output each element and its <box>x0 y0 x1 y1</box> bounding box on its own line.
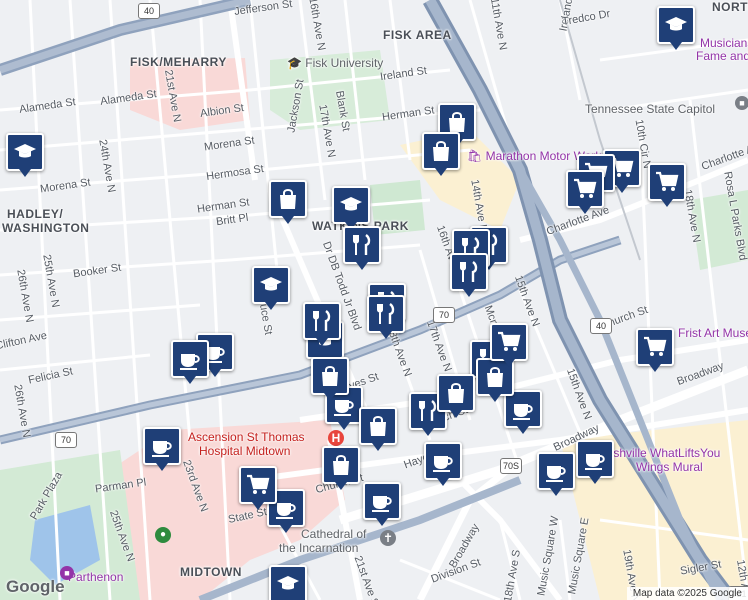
cafe-marker[interactable] <box>576 440 614 484</box>
cafe-marker[interactable] <box>171 340 209 384</box>
grocery-marker[interactable] <box>648 163 686 207</box>
fork-knife-icon <box>353 234 371 255</box>
cafe-marker[interactable] <box>537 452 575 496</box>
shopping-cart-icon <box>498 331 521 351</box>
route-70s-shield: 70S <box>500 458 522 474</box>
shopping-cart-icon <box>656 171 679 191</box>
shopping-marker[interactable] <box>311 357 349 401</box>
coffee-cup-icon <box>180 354 200 370</box>
park-pin-icon[interactable]: ● <box>155 527 171 543</box>
restaurant-marker[interactable] <box>343 226 381 270</box>
coffee-cup-icon <box>152 441 172 457</box>
poi-tennessee-state-capitol[interactable]: Tennessee State Capitol <box>585 102 715 116</box>
shopping-marker[interactable] <box>359 407 397 451</box>
poi-ascension-2[interactable]: Hospital Midtown <box>199 444 290 458</box>
shopping-bag-icon <box>280 189 296 209</box>
shopping-bag-icon <box>333 455 349 475</box>
poi-frist-museum[interactable]: Frist Art Museum <box>678 326 748 340</box>
landmark-pin-icon[interactable]: ■ <box>735 96 748 110</box>
poi-cathedral-2[interactable]: the Incarnation <box>279 541 358 555</box>
route-70-shield: 70 <box>433 307 455 323</box>
grocery-marker[interactable] <box>490 323 528 367</box>
restaurant-marker[interactable] <box>303 302 341 346</box>
shopping-bag-icon <box>322 366 338 386</box>
interstate-40-shield: 40 <box>138 3 160 19</box>
poi-parthenon[interactable]: Parthenon <box>68 570 123 584</box>
grocery-marker[interactable] <box>566 170 604 214</box>
cafe-marker[interactable] <box>143 427 181 471</box>
area-label-midtown: MIDTOWN <box>180 565 242 579</box>
school-marker[interactable] <box>252 266 290 310</box>
coffee-cup-icon <box>585 454 605 470</box>
restaurant-marker[interactable] <box>367 295 405 339</box>
area-label-washington: WASHINGTON <box>2 221 90 235</box>
shopping-cart-icon <box>247 474 270 494</box>
shopping-pin-icon: 🛍 <box>467 149 483 163</box>
shopping-marker[interactable] <box>322 446 360 490</box>
school-marker[interactable] <box>269 565 307 600</box>
school-marker[interactable] <box>657 6 695 50</box>
graduation-cap-icon <box>14 144 36 158</box>
coffee-cup-icon <box>546 466 566 482</box>
poi-musicians-hall-1[interactable]: Musicians Hall of <box>700 36 748 50</box>
coffee-cup-icon <box>372 496 392 512</box>
poi-whatlifts-2[interactable]: Wings Mural <box>636 460 703 474</box>
graduation-cap-icon <box>260 277 282 291</box>
hospital-pin-icon[interactable]: H <box>328 430 344 446</box>
cafe-marker[interactable] <box>424 442 462 486</box>
cafe-marker[interactable] <box>363 482 401 526</box>
shopping-bag-icon <box>487 367 503 387</box>
map-attribution[interactable]: Map data ©2025 Google <box>626 587 748 600</box>
poi-whatlifts-1[interactable]: Nashville WhatLiftsYou <box>598 446 720 460</box>
shopping-marker[interactable] <box>437 374 475 418</box>
grocery-marker[interactable] <box>636 328 674 372</box>
fork-knife-icon <box>377 303 395 324</box>
graduation-cap-icon <box>277 576 299 590</box>
poi-cathedral-1[interactable]: Cathedral of <box>301 527 366 541</box>
area-label-fisk-area: FISK AREA <box>383 28 452 42</box>
route-70-shield-left: 70 <box>55 432 77 448</box>
coffee-cup-icon <box>433 456 453 472</box>
shopping-marker[interactable] <box>269 180 307 224</box>
graduation-cap-icon <box>665 17 687 31</box>
poi-fisk-university[interactable]: 🎓 Fisk University <box>287 56 383 70</box>
fork-knife-icon <box>313 310 331 331</box>
shopping-bag-icon <box>448 383 464 403</box>
area-label-hadley: HADLEY/ <box>7 207 64 221</box>
restaurant-marker[interactable] <box>450 253 488 297</box>
university-pin-icon: 🎓 <box>287 56 302 70</box>
shopping-bag-icon <box>370 416 386 436</box>
graduation-cap-icon <box>340 197 362 211</box>
area-label-north: NORTH <box>712 0 748 14</box>
school-marker[interactable] <box>6 133 44 177</box>
shopping-marker[interactable] <box>422 132 460 176</box>
school-marker[interactable] <box>332 186 370 230</box>
poi-musicians-hall-2[interactable]: Fame and Museum <box>696 49 748 63</box>
area-label-fisk-meharry: FISK/MEHARRY <box>130 55 227 69</box>
grocery-marker[interactable] <box>239 466 277 510</box>
shopping-cart-icon <box>644 336 667 356</box>
google-logo[interactable]: Google <box>6 577 65 597</box>
fork-knife-icon <box>460 261 478 282</box>
church-pin-icon[interactable]: ✝ <box>380 530 396 546</box>
poi-ascension-1[interactable]: Ascension St Thomas <box>188 430 305 444</box>
interstate-40-shield-right: 40 <box>590 318 612 334</box>
map-canvas[interactable]: FISK AREA FISK/MEHARRY HADLEY/ WASHINGTO… <box>0 0 748 600</box>
coffee-cup-icon <box>513 404 533 420</box>
shopping-cart-icon <box>574 178 597 198</box>
shopping-bag-icon <box>433 141 449 161</box>
